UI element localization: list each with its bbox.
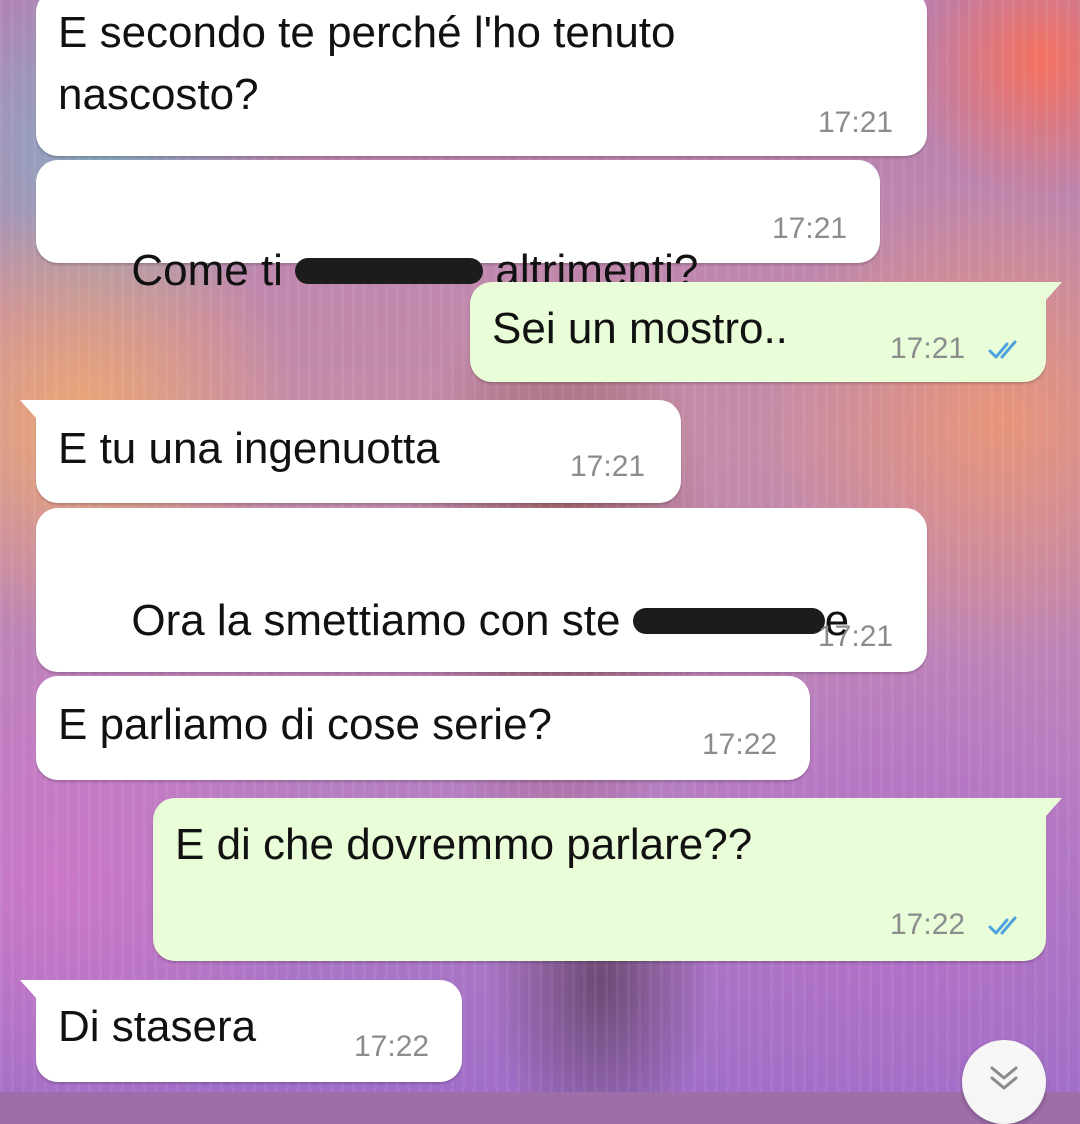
message-text-line: nascosto? — [58, 70, 259, 119]
incoming-message[interactable]: E tu una ingenuotta 17:21 — [20, 400, 681, 503]
message-text: Di stasera — [58, 1002, 257, 1051]
double-chevron-down-icon — [990, 1066, 1018, 1090]
incoming-message[interactable]: Ora la smettiamo con ste stronzate 17:21 — [36, 508, 927, 672]
message-timestamp: 17:22 — [354, 1030, 430, 1063]
redacted-word: scoparo — [295, 258, 484, 285]
incoming-message[interactable]: E parliamo di cose serie? 17:22 — [36, 676, 810, 780]
message-text: Sei un mostro.. — [492, 304, 788, 353]
outgoing-message[interactable]: Sei un mostro.. 17:21 — [470, 282, 1062, 382]
message-text: E tu una ingenuotta — [58, 424, 440, 473]
scroll-to-bottom-button[interactable] — [962, 1040, 1046, 1124]
double-check-icon — [988, 340, 1017, 359]
incoming-message[interactable]: E secondo te perché l'ho tenuto nascosto… — [36, 0, 927, 156]
message-timestamp: 17:22 — [890, 908, 966, 941]
incoming-message[interactable]: Come ti scoparo altrimenti? 17:21 — [36, 160, 880, 295]
message-timestamp: 17:21 — [772, 212, 848, 245]
message-timestamp: 17:21 — [890, 332, 966, 365]
incoming-message[interactable]: Di stasera 17:22 — [20, 980, 462, 1082]
message-text-line: E secondo te perché l'ho tenuto — [58, 8, 676, 57]
message-text-before: Come ti — [131, 246, 296, 295]
message-text: E di che dovremmo parlare?? — [175, 820, 753, 869]
message-text: E parliamo di cose serie? — [58, 700, 553, 749]
double-check-icon — [988, 916, 1017, 935]
message-timestamp: 17:22 — [702, 728, 778, 761]
message-text-before: Ora la smettiamo con ste — [131, 596, 633, 645]
redacted-word: stronzat — [632, 608, 825, 635]
outgoing-message[interactable]: E di che dovremmo parlare?? 17:22 — [153, 798, 1062, 961]
message-timestamp: 17:21 — [570, 450, 646, 483]
message-timestamp: 17:21 — [818, 620, 894, 653]
message-timestamp: 17:21 — [818, 106, 894, 139]
